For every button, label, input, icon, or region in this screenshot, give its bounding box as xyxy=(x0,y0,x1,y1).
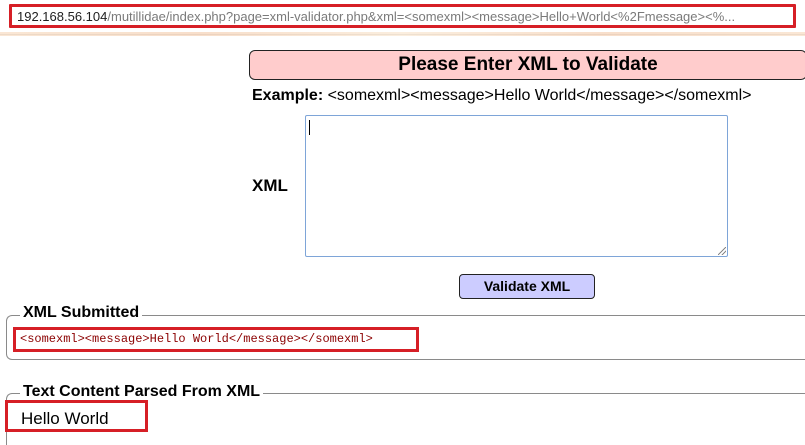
validate-xml-button[interactable]: Validate XML xyxy=(459,274,595,299)
url-text[interactable]: 192.168.56.104/mutillidae/index.php?page… xyxy=(17,9,735,24)
form-header: Please Enter XML to Validate xyxy=(249,50,805,80)
example-line: Example: <somexml><message>Hello World</… xyxy=(252,87,751,105)
xml-submitted-value: <somexml><message>Hello World</message><… xyxy=(20,332,373,346)
text-caret xyxy=(309,120,310,135)
example-label: Example: xyxy=(252,87,324,104)
xml-label: XML xyxy=(252,176,288,195)
page: 192.168.56.104/mutillidae/index.php?page… xyxy=(0,0,805,445)
xml-textarea[interactable] xyxy=(305,115,728,257)
url-host: 192.168.56.104 xyxy=(17,9,108,24)
xml-submitted-legend: XML Submitted xyxy=(20,304,143,322)
toolbar-stripe xyxy=(0,32,805,36)
resize-grip-icon[interactable] xyxy=(718,247,726,255)
url-path: /mutillidae/index.php?page=xml-validator… xyxy=(107,9,736,24)
parsed-text-legend: Text Content Parsed From XML xyxy=(20,383,264,401)
example-value: <somexml><message>Hello World</message><… xyxy=(323,87,752,104)
address-bar[interactable]: 192.168.56.104/mutillidae/index.php?page… xyxy=(0,0,805,36)
parsed-text-value: Hello World xyxy=(21,409,109,428)
